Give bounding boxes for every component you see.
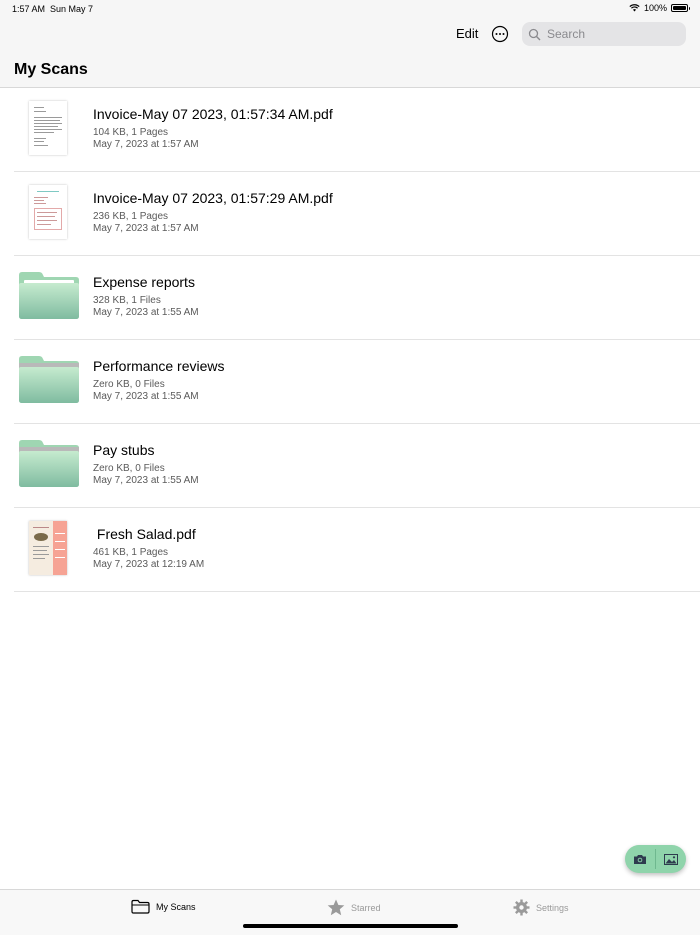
- folder-icon: [19, 356, 79, 403]
- item-meta: 328 KB, 1 Files: [93, 295, 161, 306]
- star-icon: [327, 899, 345, 916]
- item-date: May 7, 2023 at 1:55 AM: [93, 475, 199, 486]
- battery-icon: [671, 4, 690, 12]
- status-date: Sun May 7: [50, 4, 94, 14]
- search-bar[interactable]: [522, 22, 686, 46]
- item-name: Invoice-May 07 2023, 01:57:29 AM.pdf: [93, 190, 333, 206]
- tab-my-scans[interactable]: My Scans: [131, 899, 196, 914]
- item-meta: 461 KB, 1 Pages: [93, 547, 169, 558]
- item-meta: 104 KB, 1 Pages: [93, 127, 169, 138]
- list-item[interactable]: Invoice-May 07 2023, 01:57:29 AM.pdf 236…: [14, 172, 700, 256]
- home-indicator[interactable]: [243, 924, 458, 928]
- wifi-icon: [629, 4, 640, 12]
- document-thumbnail-icon: [19, 182, 79, 244]
- item-date: May 7, 2023 at 1:57 AM: [93, 223, 199, 234]
- camera-icon: [634, 854, 646, 864]
- folder-icon: [131, 899, 150, 914]
- photo-icon: [664, 853, 678, 865]
- list-item[interactable]: Invoice-May 07 2023, 01:57:34 AM.pdf 104…: [14, 88, 700, 172]
- item-date: May 7, 2023 at 1:57 AM: [93, 139, 199, 150]
- edit-button[interactable]: Edit: [456, 26, 478, 41]
- item-date: May 7, 2023 at 1:55 AM: [93, 391, 199, 402]
- tab-starred[interactable]: Starred: [327, 899, 381, 916]
- battery-percent: 100%: [643, 3, 667, 13]
- gear-icon: [513, 899, 530, 916]
- photos-button[interactable]: [656, 845, 686, 873]
- scans-list: Invoice-May 07 2023, 01:57:34 AM.pdf 104…: [0, 88, 700, 592]
- document-thumbnail-icon: [19, 518, 79, 580]
- item-name: Pay stubs: [93, 442, 155, 458]
- status-time: 1:57 AM: [12, 4, 46, 14]
- tab-label: Settings: [536, 902, 569, 913]
- item-name: Fresh Salad.pdf: [93, 526, 196, 542]
- folder-icon: [19, 272, 79, 319]
- item-date: May 7, 2023 at 12:19 AM: [93, 559, 205, 570]
- list-item[interactable]: Expense reports 328 KB, 1 Files May 7, 2…: [14, 256, 700, 340]
- item-name: Expense reports: [93, 274, 195, 290]
- tab-bar: My Scans Starred Settings: [0, 889, 700, 935]
- list-item[interactable]: Fresh Salad.pdf 461 KB, 1 Pages May 7, 2…: [14, 508, 700, 592]
- camera-button[interactable]: [625, 845, 655, 873]
- folder-icon: [19, 440, 79, 487]
- tab-label: My Scans: [156, 901, 196, 912]
- search-icon: [528, 28, 541, 40]
- item-meta: Zero KB, 0 Files: [93, 463, 165, 474]
- item-date: May 7, 2023 at 1:55 AM: [93, 307, 199, 318]
- tab-label: Starred: [351, 902, 381, 913]
- list-item[interactable]: Performance reviews Zero KB, 0 Files May…: [14, 340, 700, 424]
- navigation-header: Edit My Scans: [0, 18, 700, 88]
- item-name: Invoice-May 07 2023, 01:57:34 AM.pdf: [93, 106, 333, 122]
- item-meta: 236 KB, 1 Pages: [93, 211, 169, 222]
- search-input[interactable]: [545, 26, 679, 42]
- status-right: 100%: [629, 3, 690, 13]
- ellipsis-circle-icon[interactable]: [491, 25, 509, 43]
- document-thumbnail-icon: [19, 98, 79, 160]
- scan-actions: [625, 845, 686, 873]
- status-bar: 1:57 AM Sun May 7 100%: [0, 0, 700, 18]
- tab-settings[interactable]: Settings: [513, 899, 569, 916]
- item-meta: Zero KB, 0 Files: [93, 379, 165, 390]
- item-name: Performance reviews: [93, 358, 225, 374]
- list-item[interactable]: Pay stubs Zero KB, 0 Files May 7, 2023 a…: [14, 424, 700, 508]
- page-title: My Scans: [14, 61, 88, 78]
